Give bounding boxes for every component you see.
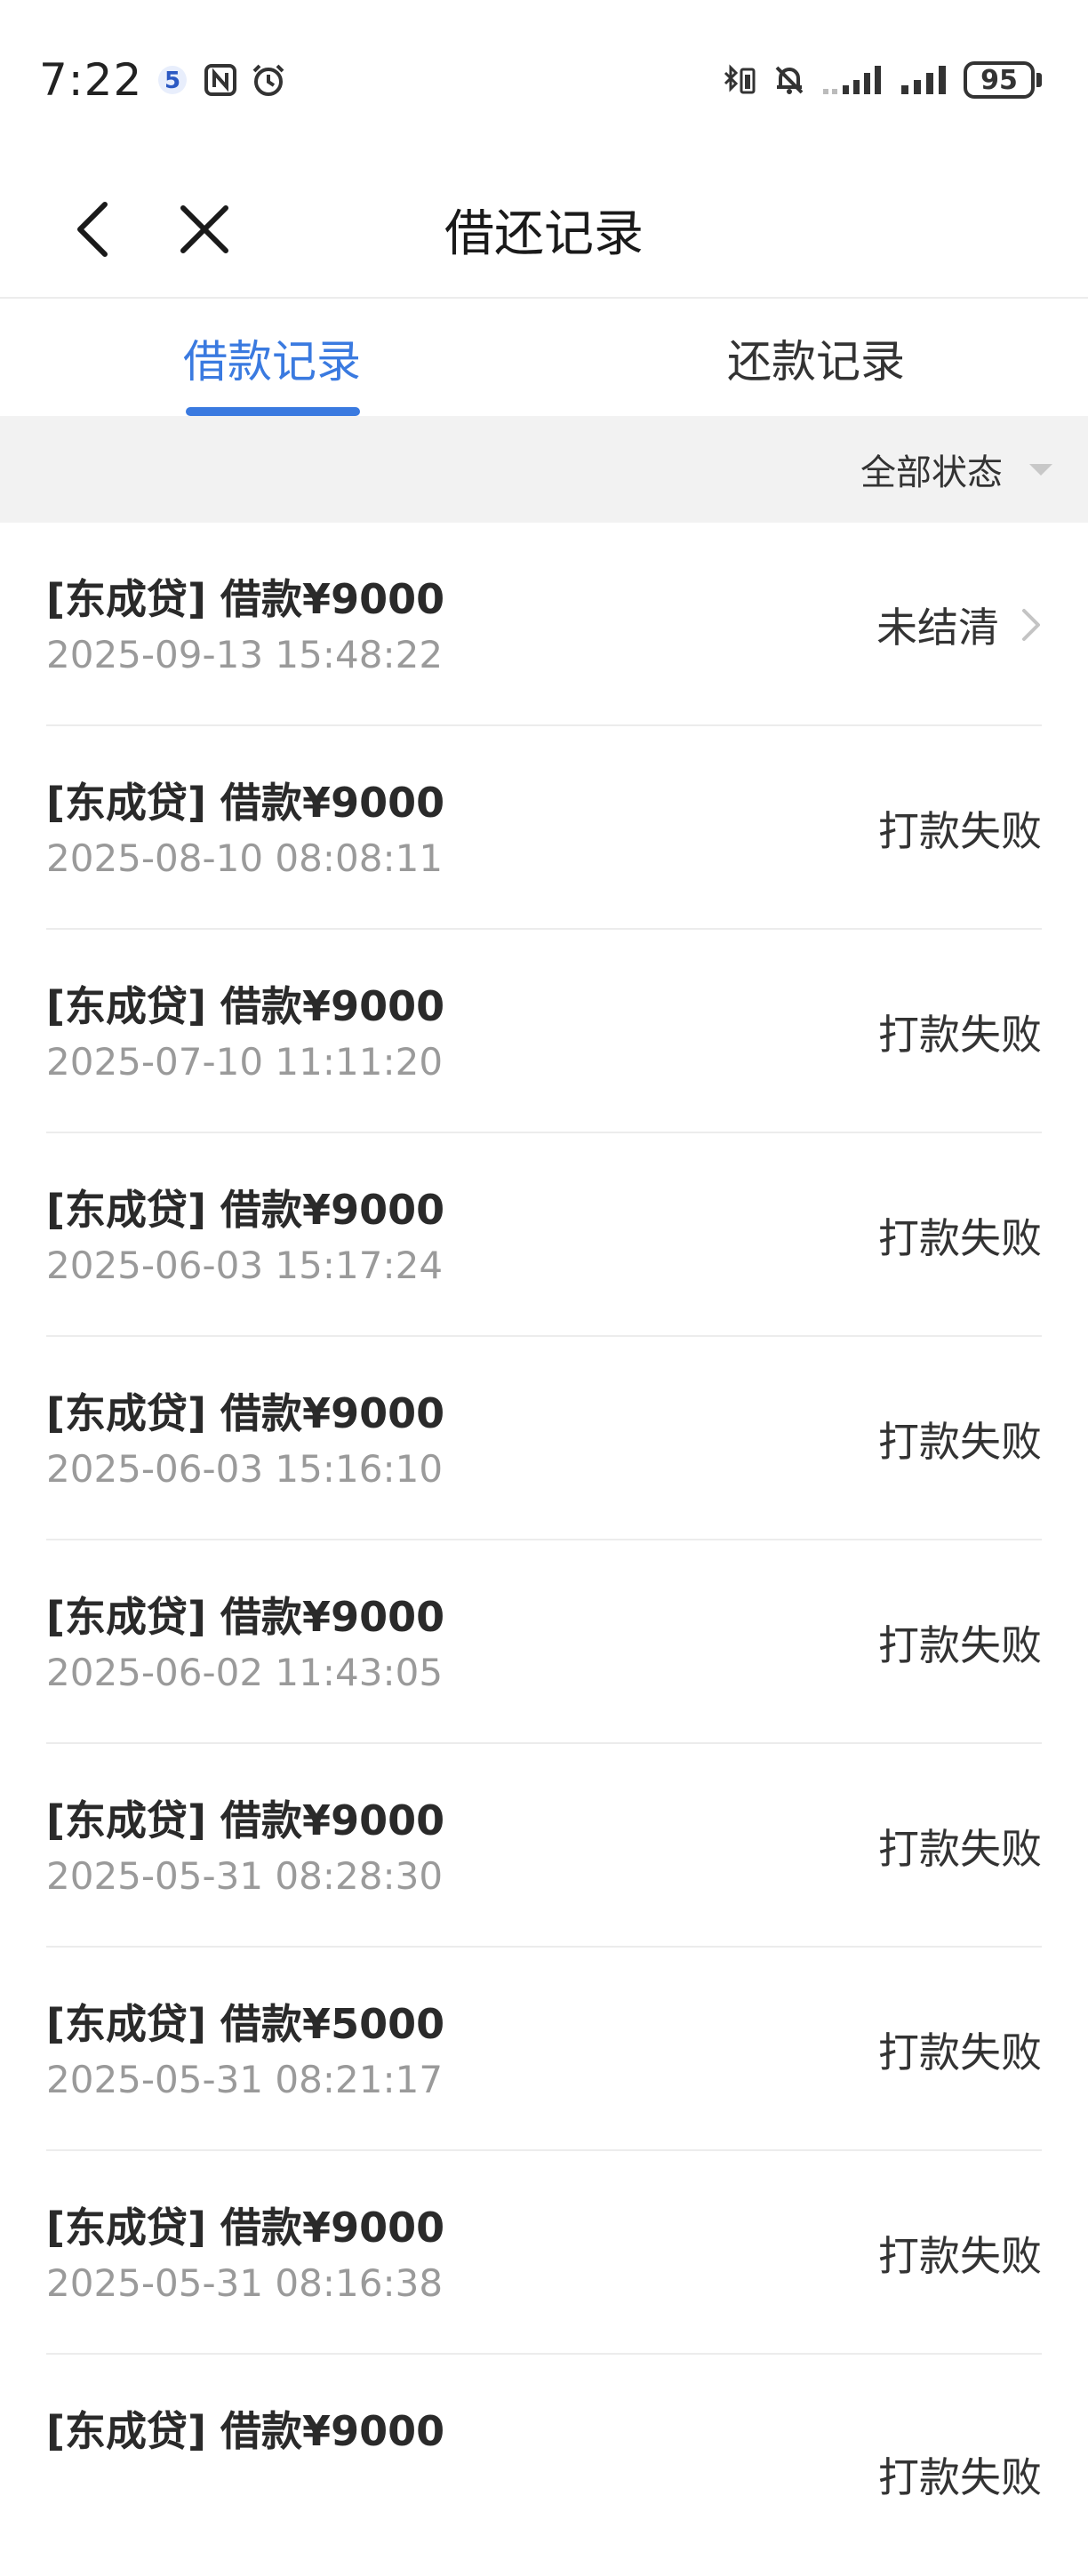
record-time: 2025-05-31 08:21:17: [46, 2058, 444, 2101]
list-item[interactable]: [东成贷] 借款¥9000 2025-07-10 11:11:20 打款失败: [46, 930, 1042, 1133]
list-item[interactable]: [东成贷] 借款¥9000 2025-08-10 08:08:11 打款失败: [46, 726, 1042, 930]
record-time: 2025-06-02 11:43:05: [46, 1651, 444, 1694]
record-status-text: 打款失败: [878, 1417, 1042, 1466]
status-bar: 7:22 5 95: [0, 0, 1088, 160]
list-item[interactable]: [东成贷] 借款¥9000 2025-09-13 15:48:22 未结清: [46, 523, 1042, 726]
battery-cap: [1036, 73, 1042, 87]
list-item[interactable]: [东成贷] 借款¥9000 打款失败: [46, 2355, 1042, 2558]
record-status-text: 打款失败: [878, 1010, 1042, 1059]
chevron-right-icon: [1022, 608, 1040, 641]
record-time: 2025-06-03 15:16:10: [46, 1447, 444, 1491]
record-title: [东成贷] 借款¥9000: [46, 1796, 445, 1844]
record-status-text: 未结清: [876, 603, 999, 652]
record-status-text: 打款失败: [878, 2231, 1042, 2280]
record-time: 2025-05-31 08:28:30: [46, 1854, 444, 1898]
record-tabs: 借款记录 还款记录: [0, 300, 1088, 416]
list-item[interactable]: [东成贷] 借款¥9000 2025-05-31 08:16:38 打款失败: [46, 2151, 1042, 2355]
record-status-text: 打款失败: [878, 1213, 1042, 1262]
record-status: 打款失败: [878, 1133, 1042, 1337]
tab-active-indicator: [186, 407, 360, 416]
record-title: [东成贷] 借款¥9000: [46, 575, 445, 623]
page-title: 借还记录: [444, 204, 644, 263]
record-time: 2025-08-10 08:08:11: [46, 836, 444, 880]
tab-label: 借款记录: [183, 336, 361, 388]
record-title: [东成贷] 借款¥9000: [46, 2407, 445, 2455]
record-time: 2025-06-03 15:17:24: [46, 1244, 444, 1287]
record-title: [东成贷] 借款¥9000: [46, 1186, 445, 1234]
battery-level: 95: [964, 61, 1035, 99]
nav-bar: 借还记录: [0, 160, 1088, 299]
back-button[interactable]: [57, 187, 128, 272]
record-status: 打款失败: [878, 2372, 1042, 2576]
record-title: [东成贷] 借款¥5000: [46, 2000, 445, 2048]
record-status-text: 打款失败: [878, 806, 1042, 855]
list-item[interactable]: [东成贷] 借款¥9000 2025-06-02 11:43:05 打款失败: [46, 1540, 1042, 1744]
record-title: [东成贷] 借款¥9000: [46, 1593, 445, 1641]
record-status-text: 打款失败: [878, 2452, 1042, 2501]
list-item[interactable]: [东成贷] 借款¥9000 2025-06-03 15:16:10 打款失败: [46, 1337, 1042, 1540]
alarm-icon: [251, 62, 286, 98]
status-bar-right: 95: [722, 61, 1042, 99]
status-filter-dropdown[interactable]: 全部状态: [860, 416, 1052, 523]
record-status-text: 打款失败: [878, 1824, 1042, 1873]
status-bar-left: 7:22 5: [39, 54, 286, 106]
record-title: [东成贷] 借款¥9000: [46, 982, 445, 1030]
battery-indicator: 95: [964, 61, 1042, 99]
app-5-icon: 5: [155, 62, 190, 98]
record-status: 打款失败: [878, 1744, 1042, 1948]
record-time: 2025-07-10 11:11:20: [46, 1040, 444, 1084]
record-title: [东成贷] 借款¥9000: [46, 1389, 445, 1437]
record-status: 打款失败: [878, 1337, 1042, 1540]
nfc-icon: [203, 62, 238, 98]
chevron-left-icon: [77, 202, 108, 257]
record-status: 打款失败: [878, 2151, 1042, 2355]
close-icon: [180, 205, 228, 253]
record-status: 打款失败: [878, 726, 1042, 930]
status-time: 7:22: [39, 54, 143, 106]
mute-icon: [772, 62, 807, 98]
signal-icon: [821, 62, 885, 98]
svg-text:5: 5: [164, 68, 180, 94]
status-filter-label: 全部状态: [860, 452, 1003, 493]
record-status: 打款失败: [878, 1948, 1042, 2151]
record-status: 打款失败: [878, 1540, 1042, 1744]
record-title: [东成贷] 借款¥9000: [46, 2204, 445, 2252]
list-item[interactable]: [东成贷] 借款¥5000 2025-05-31 08:21:17 打款失败: [46, 1948, 1042, 2151]
tab-label: 还款记录: [727, 336, 905, 388]
record-time: 2025-05-31 08:16:38: [46, 2261, 444, 2305]
tab-repay-records[interactable]: 还款记录: [544, 300, 1088, 416]
filter-bar: 全部状态: [0, 416, 1088, 523]
caret-down-icon: [1029, 463, 1052, 476]
signal-icon: [900, 62, 949, 98]
record-status-text: 打款失败: [878, 1620, 1042, 1669]
close-button[interactable]: [167, 187, 242, 272]
record-time: 2025-09-13 15:48:22: [46, 633, 444, 676]
tab-borrow-records[interactable]: 借款记录: [0, 300, 544, 416]
record-status-text: 打款失败: [878, 2028, 1042, 2076]
record-title: [东成贷] 借款¥9000: [46, 779, 445, 827]
record-status: 打款失败: [878, 930, 1042, 1133]
list-item[interactable]: [东成贷] 借款¥9000 2025-06-03 15:17:24 打款失败: [46, 1133, 1042, 1337]
list-item[interactable]: [东成贷] 借款¥9000 2025-05-31 08:28:30 打款失败: [46, 1744, 1042, 1948]
record-status: 未结清: [876, 523, 1042, 726]
bluetooth-battery-icon: [722, 62, 757, 98]
record-list: [东成贷] 借款¥9000 2025-09-13 15:48:22 未结清 [东…: [0, 523, 1088, 2558]
